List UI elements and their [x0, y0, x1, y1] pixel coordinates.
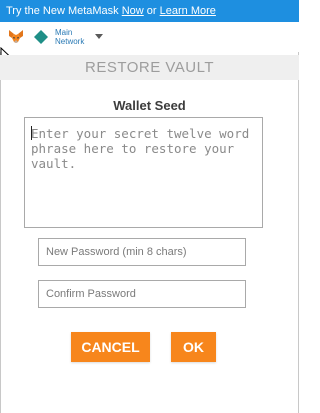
wallet-seed-label: Wallet Seed — [113, 98, 186, 113]
caret-down-icon[interactable] — [95, 34, 103, 39]
now-link[interactable]: Now — [122, 5, 144, 17]
wallet-seed-textarea[interactable] — [24, 117, 263, 228]
ethereum-diamond-icon[interactable] — [34, 30, 48, 44]
text-caret — [31, 126, 32, 140]
app-header: Main Network — [0, 22, 299, 52]
confirm-password-input[interactable] — [38, 280, 246, 308]
cancel-button[interactable]: CANCEL — [71, 332, 150, 362]
network-selector-label[interactable]: Main Network — [55, 28, 95, 46]
page-title: RESTORE VAULT — [0, 55, 299, 80]
learn-more-link[interactable]: Learn More — [160, 5, 216, 17]
left-window-border — [0, 22, 1, 413]
metamask-fox-icon[interactable] — [8, 29, 24, 45]
new-password-input[interactable] — [38, 238, 246, 266]
announcement-banner: Try the New MetaMask Now or Learn More — [0, 0, 299, 22]
banner-connector: or — [143, 5, 160, 17]
right-window-border — [298, 22, 299, 413]
ok-button[interactable]: OK — [171, 332, 216, 362]
banner-text: Try the New MetaMask — [6, 5, 122, 17]
